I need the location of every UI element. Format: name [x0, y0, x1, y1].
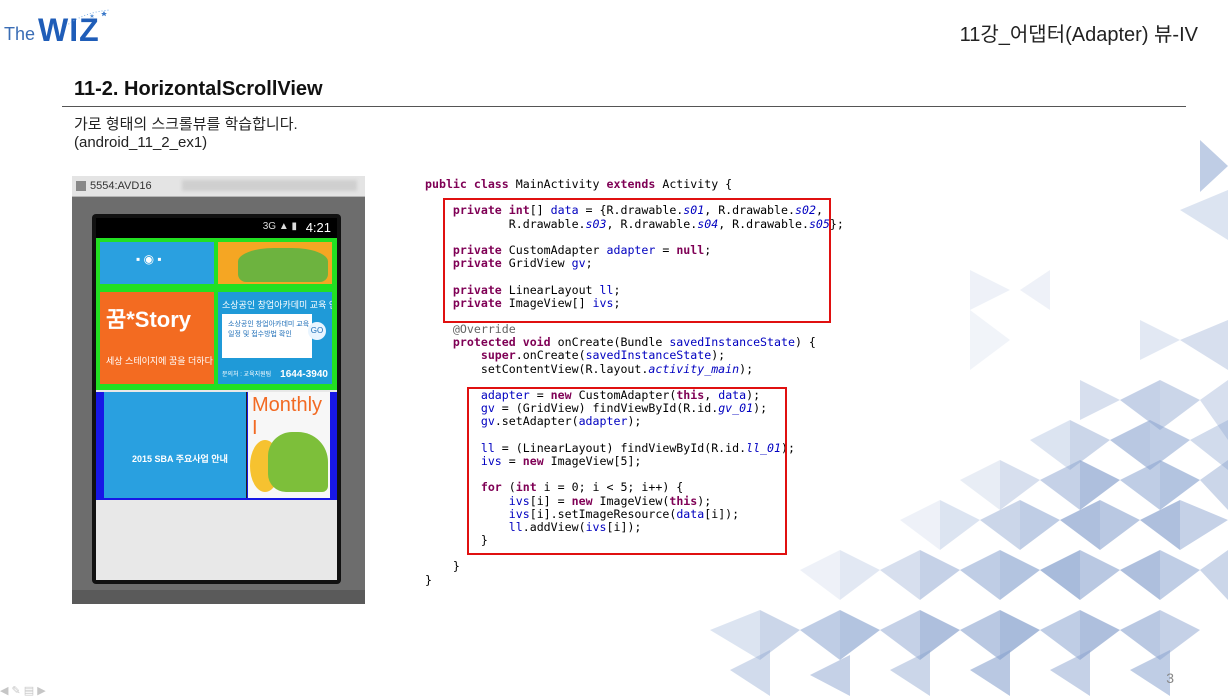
go-button-icon: GO	[308, 322, 326, 340]
horizontal-scrollview-ll-01[interactable]: 2015 SBA 주요사업 안내 Monthly I	[96, 392, 337, 500]
code-line: }	[425, 572, 844, 587]
story-tile-subtitle: 세상 스테이지에 꿈을 더하다	[106, 356, 213, 366]
tile-info-box: 소상공인 창업아카데미 교육 일정 및 접수방법 확인	[222, 314, 312, 358]
tile-heading: 소상공인 창업아카데미 교육 안내	[222, 300, 332, 310]
code-token: ) {	[794, 335, 816, 350]
section-title: 11-2. HorizontalScrollView	[74, 78, 323, 100]
grid-tile-s03[interactable]: 꿈*Story 세상 스테이지에 꿈을 더하다	[100, 292, 214, 384]
tile-info-text: 소상공인 창업아카데미 교육 일정 및 접수방법 확인	[228, 321, 310, 338]
code-token: @Override	[425, 322, 516, 337]
code-line: setContentView(R.layout.activity_main);	[425, 361, 844, 376]
scroll-image-s02[interactable]: Monthly I	[248, 392, 330, 498]
code-token: onCreate(Bundle	[557, 335, 670, 350]
gridview-gv-01[interactable]: ▪ ◉ ▪ 꿈*Story 세상 스테이지에 꿈을 더하다 소상공인 창업아카데…	[96, 238, 337, 390]
code-token: };	[829, 216, 844, 231]
highlight-box-fields	[443, 198, 831, 323]
description-line-2: (android_11_2_ex1)	[74, 134, 208, 151]
code-token: MainActivity	[515, 177, 607, 191]
emulator-titlebar[interactable]: 5554:AVD16	[72, 176, 365, 197]
emulator-window-title: 5554:AVD16	[90, 180, 152, 192]
tile-icons: ▪ ◉ ▪	[136, 252, 162, 266]
logo-stars-icon	[65, 9, 111, 27]
code-token: Activity {	[662, 177, 733, 191]
description-line-1: 가로 형태의 스크롤뷰를 학습합니다.	[74, 116, 298, 133]
code-token: );	[711, 348, 726, 363]
code-token: savedInstanceState	[585, 348, 712, 363]
story-tile-title: 꿈*Story	[106, 307, 192, 332]
code-token: super	[480, 348, 516, 363]
emulator-app-icon	[76, 181, 86, 191]
chapter-title: 11강_어댑터(Adapter) 뷰-IV	[959, 24, 1198, 46]
phone-frame: 3G ▲ ▮ 4:21 ▪ ◉ ▪ 꿈*Story 세상 스테이지에 꿈을 더하…	[92, 214, 341, 584]
code-token: savedInstanceState	[669, 335, 795, 350]
scroll-image-s01[interactable]: 2015 SBA 주요사업 안내	[104, 392, 247, 498]
signal-battery-icons: 3G ▲ ▮	[262, 221, 297, 232]
android-status-bar: 3G ▲ ▮ 4:21	[96, 218, 337, 238]
status-time: 4:21	[305, 220, 331, 235]
grid-tile-s01[interactable]: ▪ ◉ ▪	[100, 242, 214, 284]
page-number: 3	[1166, 670, 1174, 686]
code-line: public class MainActivity extends Activi…	[425, 177, 844, 191]
tile-landscape-shape	[238, 248, 328, 282]
code-token: );	[739, 361, 754, 376]
code-token: }	[425, 572, 432, 587]
scroll-image-caption: 2015 SBA 주요사업 안내	[132, 454, 228, 464]
slide-nav-controls[interactable]: ◀ ✎ ▤ ▶	[0, 684, 130, 697]
green-shape	[268, 432, 328, 492]
thewiz-logo: The WIZ	[4, 8, 114, 48]
logo-the-text: The	[4, 24, 36, 44]
tile-phone-number: 1644-3940	[280, 369, 328, 380]
code-token: }	[425, 559, 460, 574]
tile-contact-label: 문의처 : 교육지원팀	[222, 372, 272, 378]
highlight-box-oncreate-body	[467, 387, 787, 555]
code-line: }	[425, 560, 844, 573]
code-token: extends	[606, 177, 663, 191]
blurred-title-text	[182, 180, 357, 191]
title-divider	[62, 106, 1186, 107]
code-token: protected void	[452, 335, 558, 350]
code-token: public class	[425, 177, 516, 191]
code-token: .onCreate(	[515, 348, 586, 363]
slide-description: 가로 형태의 스크롤뷰를 학습합니다. (android_11_2_ex1)	[74, 116, 298, 152]
app-screen[interactable]: ▪ ◉ ▪ 꿈*Story 세상 스테이지에 꿈을 더하다 소상공인 창업아카데…	[96, 238, 337, 580]
emulator-bottom-bar	[72, 590, 365, 604]
grid-tile-s02[interactable]	[218, 242, 332, 284]
grid-tile-s04[interactable]: 소상공인 창업아카데미 교육 안내 소상공인 창업아카데미 교육 일정 및 접수…	[218, 292, 332, 384]
code-token: activity_main	[648, 361, 740, 376]
android-emulator-window: 5554:AVD16 3G ▲ ▮ 4:21 ▪ ◉ ▪ 꿈*Story 세상 …	[72, 176, 365, 604]
code-token: setContentView(R.layout.	[425, 361, 649, 376]
